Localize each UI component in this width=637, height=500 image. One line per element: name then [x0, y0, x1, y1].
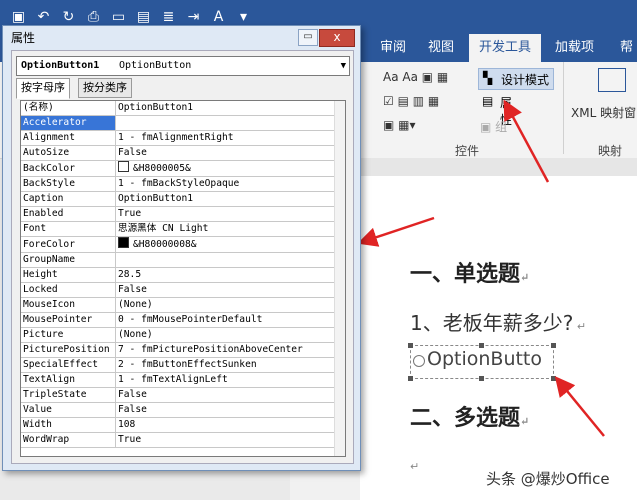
property-value[interactable]: False	[115, 402, 345, 418]
property-name: (名称)	[21, 101, 116, 116]
property-name: SpecialEffect	[21, 357, 116, 373]
property-value[interactable]: OptionButton1	[115, 191, 345, 207]
property-row[interactable]: Locked False	[21, 282, 345, 298]
property-name: Height	[21, 267, 116, 283]
property-name: Width	[21, 417, 116, 433]
property-row[interactable]: Height 28.5	[21, 267, 345, 283]
scrollbar[interactable]	[334, 101, 345, 456]
property-row[interactable]: BackColor &H8000005&	[21, 160, 345, 177]
property-row[interactable]: Font 思源黑体 CN Light	[21, 221, 345, 237]
property-name: Picture	[21, 327, 116, 343]
property-name: TripleState	[21, 387, 116, 403]
object-selector[interactable]: OptionButton1 OptionButton ▼	[16, 56, 350, 76]
watermark: 头条 @爆炒Office	[486, 470, 610, 488]
tab-alphabetic[interactable]: 按字母序	[16, 78, 70, 99]
property-value[interactable]: 思源黑体 CN Light	[115, 221, 345, 237]
property-name: AutoSize	[21, 145, 116, 161]
tab-categorized[interactable]: 按分类序	[78, 78, 132, 98]
property-row[interactable]: Value False	[21, 402, 345, 418]
color-swatch-icon	[118, 237, 129, 248]
property-value[interactable]: 108	[115, 417, 345, 433]
property-value[interactable]: True	[115, 432, 345, 448]
close-button[interactable]: x	[319, 29, 355, 47]
property-value[interactable]: (None)	[115, 297, 345, 313]
property-value[interactable]: False	[115, 387, 345, 403]
property-row[interactable]: Picture (None)	[21, 327, 345, 343]
properties-panel: OptionButton1 OptionButton ▼ 按字母序 按分类序 (…	[11, 50, 354, 464]
properties-window-title: 属性	[11, 31, 36, 45]
properties-table: (名称) OptionButton1 Accelerator Alignment 1 -…	[21, 101, 345, 448]
property-name: Locked	[21, 282, 116, 298]
property-row[interactable]: PicturePosition 7 - fmPicturePositionAbov…	[21, 342, 345, 358]
property-value[interactable]: 1 - fmBackStyleOpaque	[115, 176, 345, 192]
property-row[interactable]: (名称) OptionButton1	[21, 101, 345, 116]
properties-window[interactable]: 属性 ▭ x OptionButton1 OptionButton ▼ 按字母序…	[2, 25, 361, 471]
property-name: TextAlign	[21, 372, 116, 388]
minimize-icon[interactable]: ▭	[298, 29, 318, 46]
property-value[interactable]: 0 - fmMousePointerDefault	[115, 312, 345, 328]
property-value[interactable]: False	[115, 282, 345, 298]
property-row[interactable]: BackStyle 1 - fmBackStyleOpaque	[21, 176, 345, 192]
property-row[interactable]: Width 108	[21, 417, 345, 433]
arrow-to-option-button	[554, 376, 605, 437]
property-name: BackColor	[21, 160, 116, 177]
property-name: Value	[21, 402, 116, 418]
property-value[interactable]: 1 - fmTextAlignLeft	[115, 372, 345, 388]
property-value[interactable]: &H8000005&	[115, 160, 345, 177]
properties-grid[interactable]: (名称) OptionButton1 Accelerator Alignment 1 -…	[20, 100, 346, 457]
property-name: Font	[21, 221, 116, 237]
property-name: Alignment	[21, 130, 116, 146]
properties-window-titlebar[interactable]: 属性 ▭ x	[3, 26, 360, 48]
property-name: MousePointer	[21, 312, 116, 328]
property-value[interactable]: 1 - fmAlignmentRight	[115, 130, 345, 146]
property-row[interactable]: WordWrap True	[21, 432, 345, 448]
property-row[interactable]: MouseIcon (None)	[21, 297, 345, 313]
property-value[interactable]: OptionButton1	[115, 101, 345, 116]
property-row[interactable]: SpecialEffect 2 - fmButtonEffectSunken	[21, 357, 345, 373]
property-row[interactable]: ForeColor &H80000008&	[21, 236, 345, 253]
property-row[interactable]: GroupName	[21, 252, 345, 268]
object-type: OptionButton	[119, 60, 192, 71]
property-value[interactable]: 28.5	[115, 267, 345, 283]
property-value[interactable]: (None)	[115, 327, 345, 343]
object-name: OptionButton1	[21, 60, 100, 71]
arrow-to-properties	[503, 99, 550, 183]
property-value[interactable]	[115, 252, 345, 268]
property-name: BackStyle	[21, 176, 116, 192]
property-value[interactable]: False	[115, 145, 345, 161]
property-name: ForeColor	[21, 236, 116, 253]
property-row[interactable]: AutoSize False	[21, 145, 345, 161]
property-name: MouseIcon	[21, 297, 116, 313]
property-name: PicturePosition	[21, 342, 116, 358]
property-row[interactable]: Caption OptionButton1	[21, 191, 345, 207]
property-value[interactable]: &H80000008&	[115, 236, 345, 253]
property-row[interactable]: Enabled True	[21, 206, 345, 222]
property-value-text: &H80000008&	[133, 239, 197, 250]
property-row[interactable]: Accelerator	[21, 115, 345, 131]
color-swatch-icon	[118, 161, 129, 172]
property-row[interactable]: TextAlign 1 - fmTextAlignLeft	[21, 372, 345, 388]
property-value[interactable]	[115, 115, 345, 131]
chevron-down-icon[interactable]: ▼	[341, 57, 346, 75]
property-name: GroupName	[21, 252, 116, 268]
property-row[interactable]: MousePointer 0 - fmMousePointerDefault	[21, 312, 345, 328]
property-value[interactable]: 7 - fmPicturePositionAboveCenter	[115, 342, 345, 358]
property-row[interactable]: TripleState False	[21, 387, 345, 403]
property-name: WordWrap	[21, 432, 116, 448]
property-value[interactable]: 2 - fmButtonEffectSunken	[115, 357, 345, 373]
property-name: Enabled	[21, 206, 116, 222]
arrow-to-properties-window	[357, 216, 435, 247]
property-name: Accelerator	[21, 115, 116, 131]
property-value-text: &H8000005&	[133, 163, 191, 174]
property-row[interactable]: Alignment 1 - fmAlignmentRight	[21, 130, 345, 146]
property-name: Caption	[21, 191, 116, 207]
property-value[interactable]: True	[115, 206, 345, 222]
